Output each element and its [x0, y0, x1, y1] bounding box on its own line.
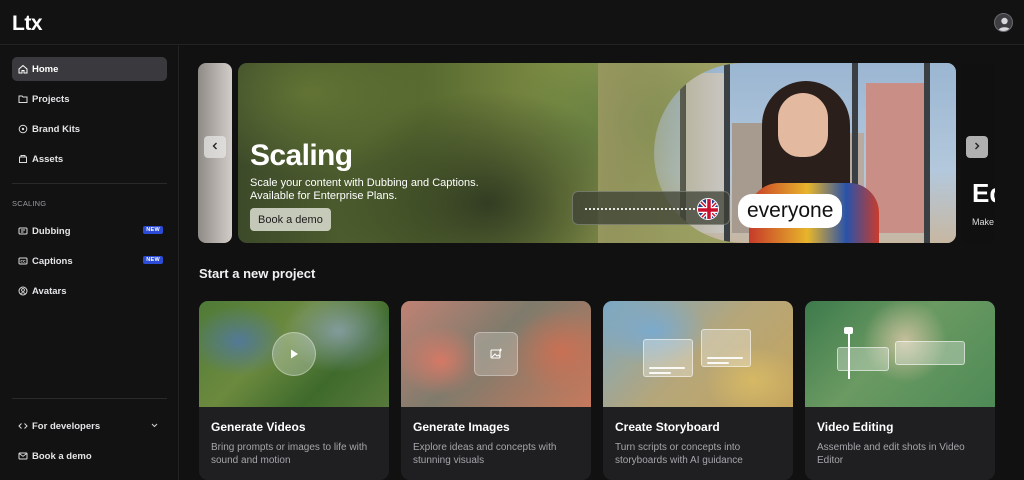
sidebar-item-label: Dubbing: [32, 225, 71, 237]
next-slide-subtitle: Make: [972, 217, 995, 227]
carousel-next-button[interactable]: [966, 136, 988, 158]
user-avatar[interactable]: [994, 13, 1013, 32]
play-icon: [272, 332, 316, 376]
waveform-dots: [585, 208, 697, 210]
top-bar: Ltx: [0, 0, 1024, 45]
section-title-start-project: Start a new project: [199, 266, 316, 281]
hero-banner[interactable]: Scaling Scale your content with Dubbing …: [238, 63, 956, 243]
timeline-clip: [837, 347, 889, 371]
avatar-icon: [18, 286, 28, 296]
svg-text:CC: CC: [20, 260, 26, 264]
storyboard-frame: [701, 329, 751, 367]
timeline-clip: [895, 341, 965, 365]
storyboard-line: [707, 362, 729, 364]
card-title: Generate Videos: [211, 420, 306, 434]
sidebar-item-label: Book a demo: [32, 450, 92, 462]
person-face: [778, 93, 828, 157]
card-thumbnail: [603, 301, 793, 407]
window-frame: [924, 63, 930, 243]
sidebar-item-label: Assets: [32, 153, 64, 165]
uk-flag-icon: [697, 198, 719, 220]
assets-icon: [18, 154, 28, 164]
book-demo-button[interactable]: Book a demo: [250, 208, 331, 231]
captions-icon: CC: [18, 256, 28, 266]
card-description: Explore ideas and concepts with stunning…: [413, 442, 557, 466]
code-icon: [18, 421, 28, 431]
sidebar-divider: [12, 398, 167, 399]
sidebar-item-label: Avatars: [32, 285, 67, 297]
card-description: Assemble and edit shots in Video Editor: [817, 442, 965, 466]
storyboard-frame: [643, 339, 693, 377]
sidebar-item-assets[interactable]: Assets: [12, 147, 167, 171]
card-title: Video Editing: [817, 420, 894, 434]
card-thumbnail: [805, 301, 995, 407]
dubbing-icon: [18, 226, 28, 236]
new-badge: NEW: [143, 256, 163, 264]
sidebar-item-label: Projects: [32, 93, 70, 105]
card-description: Turn scripts or concepts into storyboard…: [615, 442, 743, 466]
card-thumbnail: [401, 301, 591, 407]
sidebar-item-captions[interactable]: CC Captions NEW: [12, 249, 167, 273]
sidebar-item-dubbing[interactable]: Dubbing NEW: [12, 219, 167, 243]
sidebar: Home Projects Brand Kits Assets SCALING …: [0, 46, 179, 480]
sidebar-item-label: Brand Kits: [32, 123, 81, 135]
sidebar-item-book-demo[interactable]: Book a demo: [12, 444, 167, 468]
audio-waveform-pill: [572, 191, 730, 225]
sidebar-item-for-developers[interactable]: For developers: [12, 414, 167, 438]
sidebar-item-home[interactable]: Home: [12, 57, 167, 81]
folder-icon: [18, 94, 28, 104]
storyboard-line: [649, 372, 671, 374]
section-label-scaling: SCALING: [12, 199, 47, 208]
carousel-prev-button-overlay[interactable]: [204, 136, 226, 158]
card-generate-videos[interactable]: Generate Videos Bring prompts or images …: [199, 301, 389, 480]
image-add-icon: [474, 332, 518, 376]
card-generate-images[interactable]: Generate Images Explore ideas and concep…: [401, 301, 591, 480]
card-video-editing[interactable]: Video Editing Assemble and edit shots in…: [805, 301, 995, 480]
chevron-down-icon: [150, 421, 159, 433]
sidebar-item-label: Captions: [32, 255, 73, 267]
card-title: Create Storyboard: [615, 420, 720, 434]
hero-title: Scaling: [250, 139, 353, 172]
card-create-storyboard[interactable]: Create Storyboard Turn scripts or concep…: [603, 301, 793, 480]
playhead-line: [848, 329, 850, 379]
card-description: Bring prompts or images to life with sou…: [211, 442, 368, 466]
mail-icon: [18, 451, 28, 461]
sidebar-item-label: Home: [32, 63, 59, 75]
sidebar-item-brand-kits[interactable]: Brand Kits: [12, 117, 167, 141]
sidebar-item-projects[interactable]: Projects: [12, 87, 167, 111]
hero-subtitle-line1: Scale your content with Dubbing and Capt…: [250, 177, 479, 189]
storyboard-line: [649, 367, 685, 369]
chevron-left-icon: [210, 138, 220, 156]
home-icon: [18, 64, 28, 74]
sidebar-item-avatars[interactable]: Avatars: [12, 279, 167, 303]
ltx-logo[interactable]: Ltx: [12, 12, 43, 36]
hero-subtitle-line2: Available for Enterprise Plans.: [250, 190, 398, 202]
sidebar-item-label: For developers: [32, 420, 101, 432]
sidebar-divider: [12, 183, 167, 184]
new-badge: NEW: [143, 226, 163, 234]
hero-subtitle: Scale your content with Dubbing and Capt…: [250, 177, 510, 203]
next-slide-title: Ed: [972, 178, 995, 208]
storyboard-line: [707, 357, 743, 359]
brand-kit-icon: [18, 124, 28, 134]
chevron-right-icon: [972, 138, 982, 156]
main-content: Scaling Scale your content with Dubbing …: [180, 46, 1024, 480]
caption-chip: everyone: [738, 194, 843, 228]
card-title: Generate Images: [413, 420, 510, 434]
card-thumbnail: [199, 301, 389, 407]
